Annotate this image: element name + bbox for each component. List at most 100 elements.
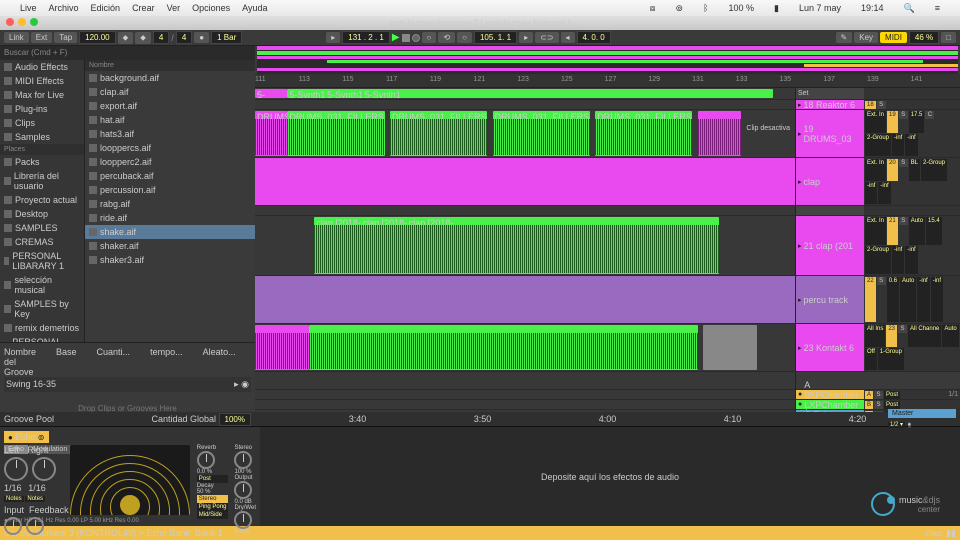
track-header-drums[interactable]: ▸ 19 DRUMS_03 [796,110,864,157]
track-header-clap[interactable]: ▸ clap [796,158,864,205]
follow[interactable]: ▸ [326,32,340,43]
loop-start[interactable]: 105. 1. 1 [474,31,517,44]
file-item[interactable]: clap.aif [85,85,255,99]
echo-tunnel-display[interactable] [70,445,190,515]
nudge-up[interactable]: ⬥ [135,32,151,44]
cat-clips[interactable]: Clips [0,116,84,130]
file-item[interactable]: percussion.aif [85,183,255,197]
search-field[interactable]: Buscar (Cmd + F) [0,46,255,60]
quantize-menu[interactable]: 1 Bar [211,31,242,44]
track-header-percu[interactable]: ▸ percu track [796,276,864,323]
clip[interactable]: DRUMS_031_FILLERS_123 [2018-01-26 0 [255,111,287,156]
place-1[interactable]: Librería del usuario [0,169,84,193]
record-button[interactable] [412,34,420,42]
place-8[interactable]: SAMPLES by Key [0,297,84,321]
file-item[interactable]: export.aif [85,99,255,113]
clip[interactable] [698,111,741,156]
output-routing[interactable]: 2-Group [865,134,891,156]
file-item[interactable]: hats3.aif [85,127,255,141]
wifi-icon[interactable]: ⊚ [676,3,684,14]
automation-arm[interactable]: ⟲ [438,32,455,43]
place-10[interactable]: PERSONAL LIBARARY 1 [0,335,84,342]
close-window[interactable] [6,18,14,26]
dropbox-icon[interactable]: ⧈ [650,3,656,14]
menu-crear[interactable]: Crear [132,3,155,13]
place-7[interactable]: selección musical [0,273,84,297]
battery-icon[interactable]: ▮ [774,3,779,14]
input-type[interactable]: Ext. In [865,111,886,133]
clip[interactable] [703,325,757,370]
clip[interactable]: DRUMS_031_FILLERS_123 [2018-01-26 0 [493,111,590,156]
menu-edicion[interactable]: Edición [91,3,121,13]
arrangement-overview[interactable] [257,46,958,74]
cat-max-for-live[interactable]: Max for Live [0,88,84,102]
place-6[interactable]: PERSONAL LIBARARY 1 [0,249,84,273]
clip-envelope-knob[interactable] [265,160,305,200]
menu-ver[interactable]: Ver [167,3,181,13]
clip[interactable]: DRUMS_031_FILLERS_123 [2018-01-26 0 [287,111,384,156]
midi-map[interactable]: MIDI [880,32,907,43]
stereo-knob[interactable] [234,451,252,469]
loop-switch[interactable]: ⊂⊃ [535,32,558,43]
loop-length[interactable]: 4. 0. 0 [577,31,611,44]
file-item[interactable]: shaker3.aif [85,253,255,267]
file-item[interactable]: shaker.aif [85,239,255,253]
file-item[interactable]: percuback.aif [85,169,255,183]
groove-item[interactable]: Swing 16-35 ▸ ◉ [4,377,251,392]
clip[interactable]: DRUMS_031_FILLERS_123 [2018-01-26 0 [390,111,487,156]
return-c[interactable]: ● C Echo [796,410,864,412]
sig-num[interactable]: 4 [153,31,169,44]
place-9[interactable]: remix demetrios [0,321,84,335]
metronome[interactable]: ● [194,32,209,43]
output-knob[interactable] [234,481,252,499]
tempo-field[interactable]: 120.00 [79,31,115,44]
tap-button[interactable]: Tap [54,32,77,43]
filter-readout[interactable]: ● Filter HP 101 Hz Res 0.00 LP 5.00 kHz … [4,518,256,524]
file-item[interactable]: shake.aif [85,225,255,239]
stereo-mode[interactable]: Stereo [197,495,229,503]
notifications-icon[interactable]: ≡ [935,3,940,13]
place-4[interactable]: SAMPLES [0,221,84,235]
track-header-reaktor[interactable]: ▸ 18 Reaktor 6 [796,100,864,109]
arrange-position[interactable]: 131 . 2 . 1 [342,31,390,44]
beat-ruler[interactable]: 1111131151171191211231251271291311331351… [255,74,960,88]
zoom-window[interactable] [30,18,38,26]
clip[interactable]: DRUMS_031_FILLERS_123 [2018-01-26 0 [595,111,692,156]
clip[interactable]: 5-Synth1 [255,89,287,98]
punch-in[interactable]: ▸ [519,32,533,43]
menu-opciones[interactable]: Opciones [192,3,230,13]
track-header-kontakt[interactable]: ▸ 23 Kontakt 6 [796,324,864,371]
return-b[interactable]: ● B LXPChamber ( [796,400,864,409]
date[interactable]: Lun 7 may [799,3,841,13]
clip[interactable] [309,325,698,370]
device-drop-zone[interactable]: Deposite aquí los efectos de audio music… [260,427,960,526]
solo-button[interactable]: S [899,111,908,119]
clip[interactable]: clap [2018- clap [2018- clap [2018- [314,217,719,274]
groove-global-amount[interactable]: 100% [219,413,251,426]
menu-ayuda[interactable]: Ayuda [242,3,267,13]
cat-audio-effects[interactable]: Audio Effects [0,60,84,74]
left-delay-knob[interactable] [4,457,28,481]
track-header-clap21[interactable]: ▸ 21 clap (201 [796,216,864,275]
master-track[interactable]: Master [888,409,956,418]
overload-indicator[interactable]: □ [941,32,956,43]
file-item[interactable]: looppercs.aif [85,141,255,155]
session-rec[interactable]: ○ [457,32,472,43]
place-0[interactable]: Packs [0,155,84,169]
cat-plugins[interactable]: Plug-ins [0,102,84,116]
device-title[interactable]: ● Echo ⊚ [4,431,49,443]
clip[interactable] [255,325,309,370]
play-button[interactable]: ▶ [392,32,400,43]
cat-midi-effects[interactable]: MIDI Effects [0,74,84,88]
menu-archivo[interactable]: Archivo [49,3,79,13]
nudge-down[interactable]: ⬥ [118,32,134,44]
time[interactable]: 19:14 [861,3,884,13]
clip[interactable]: 5-Synth1 5-Synth1 5-Synth1 [287,89,773,98]
file-item[interactable]: background.aif [85,71,255,85]
key-map[interactable]: Key [854,32,878,43]
punch-out[interactable]: ◂ [561,32,575,43]
minimize-window[interactable] [18,18,26,26]
overdub[interactable]: ○ [422,32,437,43]
spotlight-icon[interactable]: 🔍 [904,3,915,14]
draw-mode[interactable]: ✎ [836,32,853,43]
